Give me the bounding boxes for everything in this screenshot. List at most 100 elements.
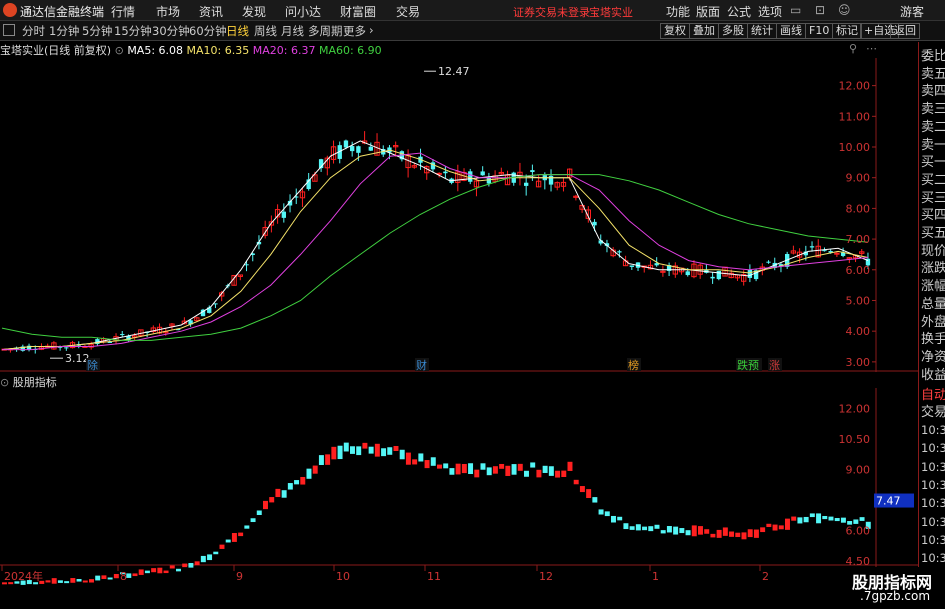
indicator-bar xyxy=(424,460,430,469)
menu-options[interactable]: 选项 xyxy=(758,3,782,20)
tab-5min[interactable]: 5分钟 xyxy=(82,23,112,39)
candle-down xyxy=(480,171,485,176)
indicator-bar xyxy=(318,455,324,465)
tab-weekly[interactable]: 周线 xyxy=(254,23,277,39)
indicator-bar xyxy=(704,529,710,534)
chevron-right-icon[interactable]: › xyxy=(369,23,374,37)
menu-discover[interactable]: 发现 xyxy=(242,3,266,20)
overlay-button[interactable]: 叠加 xyxy=(689,23,719,39)
multi-stock-button[interactable]: 多股 xyxy=(718,23,748,39)
indicator-bar xyxy=(524,470,529,477)
indicator-bar xyxy=(350,446,355,454)
indicator-bar xyxy=(809,513,815,518)
indicator-bar xyxy=(492,466,498,474)
tab-more[interactable]: 更多 xyxy=(343,23,366,39)
menu-market[interactable]: 市场 xyxy=(156,3,180,20)
more-icon[interactable]: ⋯ xyxy=(866,42,877,55)
trade-time: 10:30 xyxy=(921,441,945,456)
indicator-bar xyxy=(635,524,641,531)
candle-down xyxy=(716,270,721,280)
guest-label[interactable]: 游客 xyxy=(900,3,924,20)
quote-panel-item: 涨幅 xyxy=(921,279,945,295)
indicator-bar xyxy=(816,513,822,524)
indicator-bar xyxy=(437,464,442,469)
quote-panel-item[interactable]: 交易 xyxy=(921,401,945,420)
tab-30min[interactable]: 30分钟 xyxy=(152,23,190,39)
tab-multi-period[interactable]: 多周期 xyxy=(308,23,343,39)
price-tick-label: 6.00 xyxy=(846,264,871,277)
menu-layout[interactable]: 版面 xyxy=(696,3,720,20)
event-marker: 财 xyxy=(416,358,427,372)
tab-1min[interactable]: 1分钟 xyxy=(49,23,79,39)
indicator-bar xyxy=(393,445,399,452)
price-tick-label: 8.00 xyxy=(846,202,871,215)
indicator-bar xyxy=(803,516,809,523)
tab-60min[interactable]: 60分钟 xyxy=(189,23,227,39)
quote-panel-item: 买五 xyxy=(921,226,945,241)
indicator-bar xyxy=(685,530,691,536)
quote-panel-item: 买一 xyxy=(921,155,945,171)
indicator-tick-label: 6.00 xyxy=(846,524,871,537)
menu-ask[interactable]: 问小达 xyxy=(285,3,321,20)
stats-button[interactable]: 统计 xyxy=(747,23,777,39)
indicator-bar xyxy=(51,578,57,584)
indicator-bar xyxy=(356,446,362,456)
f10-button[interactable]: F10 xyxy=(805,23,834,39)
ma-line-ma60 xyxy=(1,174,869,341)
adjust-button[interactable]: 复权 xyxy=(660,23,690,39)
price-tick-label: 12.00 xyxy=(839,80,871,93)
indicator-bar xyxy=(592,497,598,503)
indicator-tick-label: 12.00 xyxy=(839,402,871,415)
indicator-bar xyxy=(256,510,262,516)
high-price-label: 12.47 xyxy=(438,65,470,78)
quote-panel-item: 卖二 xyxy=(921,119,945,135)
menu-wealth[interactable]: 财富圈 xyxy=(340,3,376,20)
candle-down xyxy=(592,221,597,226)
list-toggle-icon[interactable] xyxy=(3,24,15,36)
candle-down xyxy=(617,251,622,253)
menu-function[interactable]: 功能 xyxy=(666,3,690,20)
mark-button[interactable]: 标记 xyxy=(832,23,862,39)
indicator-bar xyxy=(381,448,387,457)
indicator-bar xyxy=(374,443,380,457)
indicator-bar xyxy=(169,565,175,569)
indicator-bar xyxy=(698,526,703,535)
time-tick-label: 11 xyxy=(427,570,441,583)
indicator-bar xyxy=(729,531,735,537)
menu-formula[interactable]: 公式 xyxy=(727,3,751,20)
pin-icon[interactable]: ⚲ xyxy=(849,42,857,55)
quote-panel-item: 买三 xyxy=(921,190,945,206)
indicator-bar xyxy=(82,580,88,583)
trade-time: 10:30 xyxy=(921,496,945,511)
lock-icon[interactable]: ⊡ xyxy=(815,3,825,17)
indicator-bar xyxy=(151,568,157,573)
indicator-bar xyxy=(722,527,728,536)
tab-15min[interactable]: 15分钟 xyxy=(114,23,152,39)
quote-panel-item: 换手 xyxy=(921,332,945,348)
price-chart[interactable]: 12.00 11.00 10.00 9.00 8.00 7.00 6.00 5.00 4.00 3… xyxy=(0,58,918,372)
time-tick-label: 9 xyxy=(236,570,243,583)
minimize-icon[interactable]: ▭ xyxy=(790,3,801,17)
quote-panel-item: 收益 xyxy=(921,367,945,383)
menu-trade[interactable]: 交易 xyxy=(396,3,420,20)
menu-news[interactable]: 资讯 xyxy=(199,3,223,20)
trade-time: 10:31 xyxy=(921,532,945,547)
indicator-bar xyxy=(331,446,337,460)
settings-icon[interactable]: ⊙ xyxy=(115,44,124,57)
tab-monthly[interactable]: 月线 xyxy=(281,23,304,39)
login-notice[interactable]: 证券交易未登录 xyxy=(513,4,590,20)
menu-quotes[interactable]: 行情 xyxy=(111,3,135,20)
user-icon[interactable]: ☺ xyxy=(838,3,851,17)
tab-intraday[interactable]: 分时 xyxy=(22,23,45,39)
ma60-value: MA60: 6.90 xyxy=(318,44,382,57)
tab-daily[interactable]: 日线 xyxy=(226,23,249,39)
indicator-chart[interactable]: 12.0010.509.007.476.004.502024年 8 9 10 11 12 1… xyxy=(0,388,918,609)
indicator-bar xyxy=(182,563,188,568)
indicator-bar xyxy=(648,526,654,532)
indicator-bar xyxy=(269,497,275,503)
chart-title: 宝塔实业(日线 前复权) xyxy=(0,44,112,57)
indicator-bar xyxy=(548,466,554,476)
draw-button[interactable]: 画线 xyxy=(776,23,806,39)
candle-down xyxy=(747,269,753,278)
back-button[interactable]: 返回 xyxy=(890,23,920,39)
